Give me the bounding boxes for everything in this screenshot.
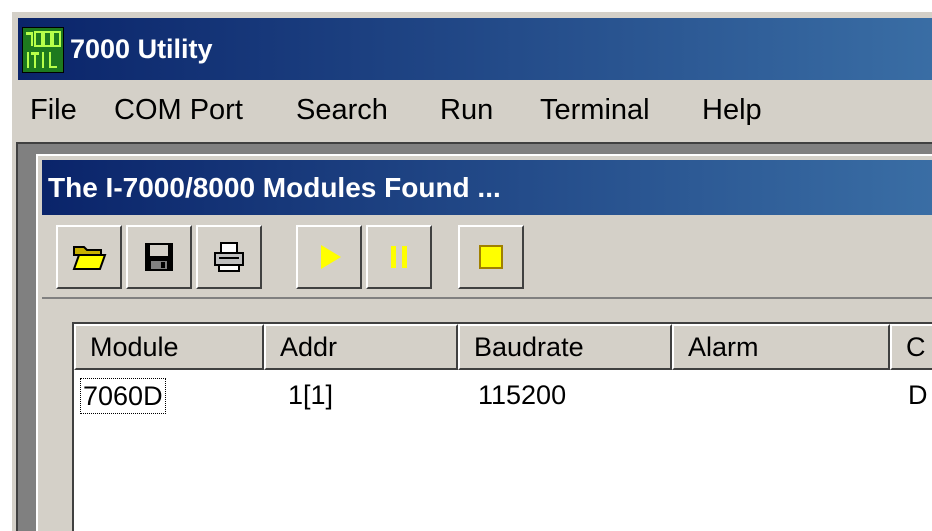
- menu-bar: File COM Port Search Run Terminal Help: [30, 86, 930, 134]
- app-window: 7000 Utility File COM Port Search Run Te…: [10, 10, 932, 531]
- list-header: Module Addr Baudrate Alarm C: [74, 324, 932, 370]
- column-header-module[interactable]: Module: [74, 324, 264, 370]
- print-button[interactable]: [196, 225, 262, 289]
- column-header-alarm[interactable]: Alarm: [672, 324, 890, 370]
- menu-file[interactable]: File: [30, 93, 77, 127]
- menu-run[interactable]: Run: [440, 93, 493, 127]
- column-header-baudrate[interactable]: Baudrate: [458, 324, 672, 370]
- child-window-title: The I-7000/8000 Modules Found ...: [48, 172, 501, 203]
- child-title-bar[interactable]: The I-7000/8000 Modules Found ...: [42, 160, 932, 215]
- stop-button[interactable]: [458, 225, 524, 289]
- modules-found-window: The I-7000/8000 Modules Found ... Module…: [36, 154, 932, 531]
- app-icon[interactable]: [22, 27, 64, 73]
- run-play-icon: [321, 245, 341, 269]
- menu-com-port[interactable]: COM Port: [114, 93, 243, 127]
- window-title: 7000 Utility: [70, 34, 213, 64]
- title-bar[interactable]: 7000 Utility: [18, 18, 932, 80]
- run-button[interactable]: [296, 225, 362, 289]
- cell-addr: 1[1]: [288, 380, 334, 410]
- menu-terminal[interactable]: Terminal: [540, 93, 650, 127]
- floppy-save-icon: [145, 243, 173, 271]
- cell-module[interactable]: 7060D: [80, 378, 166, 414]
- pause-icon: [391, 246, 407, 268]
- printer-icon: [214, 242, 244, 272]
- modules-list[interactable]: Module Addr Baudrate Alarm C 7060D 1[1] …: [72, 322, 932, 531]
- save-button[interactable]: [126, 225, 192, 289]
- mdi-client-area: The I-7000/8000 Modules Found ... Module…: [16, 142, 932, 531]
- pause-button[interactable]: [366, 225, 432, 289]
- toolbar: [42, 219, 932, 299]
- open-button[interactable]: [56, 225, 122, 289]
- stop-icon: [479, 245, 503, 269]
- cell-baudrate: 115200: [478, 380, 567, 410]
- folder-open-icon: [72, 246, 107, 270]
- cell-c: D: [908, 380, 928, 410]
- menu-search[interactable]: Search: [296, 93, 388, 127]
- menu-help[interactable]: Help: [702, 93, 762, 127]
- column-header-addr[interactable]: Addr: [264, 324, 458, 370]
- column-header-c[interactable]: C: [890, 324, 932, 370]
